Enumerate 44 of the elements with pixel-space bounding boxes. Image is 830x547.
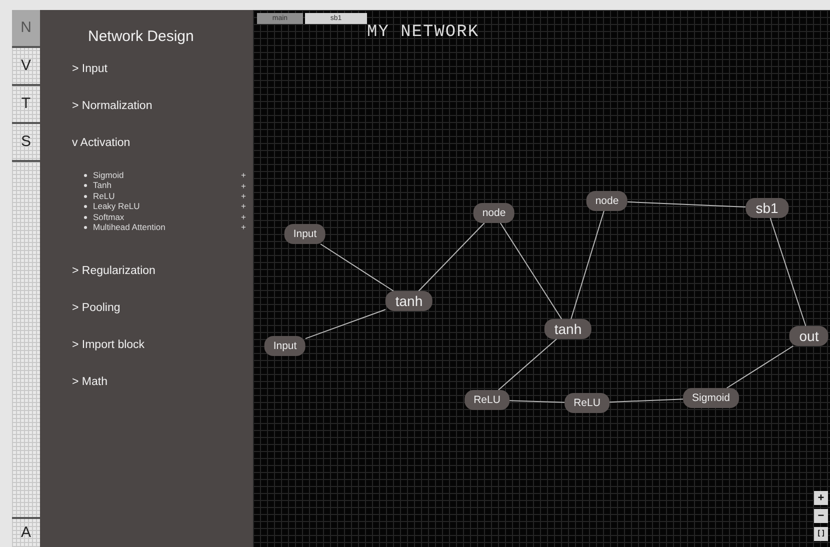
section-header[interactable]: > Normalization <box>72 98 152 115</box>
network-node[interactable]: out <box>789 326 829 346</box>
connector-line <box>726 346 794 388</box>
section-header[interactable]: > Math <box>72 374 108 392</box>
network-node[interactable]: node <box>473 203 515 223</box>
layer-item[interactable]: Tanh <box>93 179 112 192</box>
section-header[interactable]: > Import block <box>72 337 145 354</box>
sidebar-title: Network Design <box>88 27 195 47</box>
layer-item[interactable]: Multihead Attention <box>93 221 166 234</box>
bullet-icon <box>84 194 87 198</box>
network-node[interactable]: sb1 <box>746 198 788 218</box>
bullet-icon <box>84 184 87 188</box>
section-header[interactable]: v Activation <box>72 135 130 152</box>
add-button[interactable]: + <box>241 182 246 190</box>
connector-line <box>509 400 565 403</box>
section-header[interactable]: > Pooling <box>72 300 120 318</box>
connector-line <box>498 338 558 390</box>
bullet-icon <box>84 174 87 177</box>
add-button[interactable]: + <box>241 202 246 211</box>
network-node[interactable]: tanh <box>385 291 433 311</box>
layer-item[interactable]: ReLU <box>93 190 115 203</box>
network-node[interactable]: node <box>586 191 628 211</box>
network-node[interactable]: Input <box>264 336 306 356</box>
network-node[interactable]: ReLU <box>464 390 510 410</box>
network-node[interactable]: tanh <box>544 319 592 339</box>
layer-item[interactable]: Leaky ReLU <box>93 200 140 213</box>
canvas-title: MY NETWORK <box>367 23 480 44</box>
bullet-icon <box>84 216 87 218</box>
network-node[interactable]: ReLU <box>564 393 610 413</box>
add-button[interactable]: + <box>241 171 246 180</box>
network-node[interactable]: Input <box>284 224 326 244</box>
layer-item[interactable]: Sigmoid <box>93 169 124 182</box>
network-node[interactable]: Sigmoid <box>683 388 739 408</box>
section-header[interactable]: > Regularization <box>72 262 156 280</box>
layer-item[interactable]: Softmax <box>93 210 124 224</box>
zoom-in-button[interactable]: + <box>814 491 828 505</box>
add-button[interactable]: + <box>241 212 246 222</box>
add-button[interactable]: + <box>241 192 246 200</box>
connector-line <box>418 222 485 292</box>
bullet-icon <box>84 205 87 208</box>
zoom-out-button[interactable]: − <box>814 509 828 523</box>
add-button[interactable]: + <box>241 223 246 232</box>
section-header[interactable]: > Input <box>72 60 108 78</box>
bullet-icon <box>84 226 87 229</box>
